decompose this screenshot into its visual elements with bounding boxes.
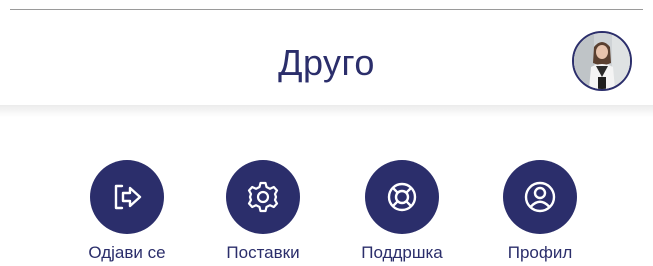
support-button[interactable]: Поддршка (342, 160, 462, 266)
logout-circle (90, 160, 164, 234)
profile-icon (524, 181, 556, 213)
profile-circle (503, 160, 577, 234)
profile-button[interactable]: Профил (480, 160, 600, 266)
support-label: Поддршка (361, 243, 443, 262)
lifebuoy-icon (387, 182, 417, 212)
header-shadow (0, 105, 653, 117)
page-title: Друго (278, 42, 375, 83)
action-row: Одјави се Поставки Поддршка Профил (0, 160, 653, 266)
logout-label: Одјави се (88, 243, 166, 262)
logout-button[interactable]: Одјави се (67, 160, 187, 266)
settings-button[interactable]: Поставки (203, 160, 323, 266)
support-circle (365, 160, 439, 234)
logout-icon (114, 184, 142, 210)
settings-circle (226, 160, 300, 234)
gear-icon (247, 181, 279, 213)
user-avatar-photo (574, 33, 630, 89)
profile-label: Профил (507, 243, 573, 262)
avatar[interactable] (572, 31, 632, 91)
settings-label: Поставки (226, 243, 300, 262)
